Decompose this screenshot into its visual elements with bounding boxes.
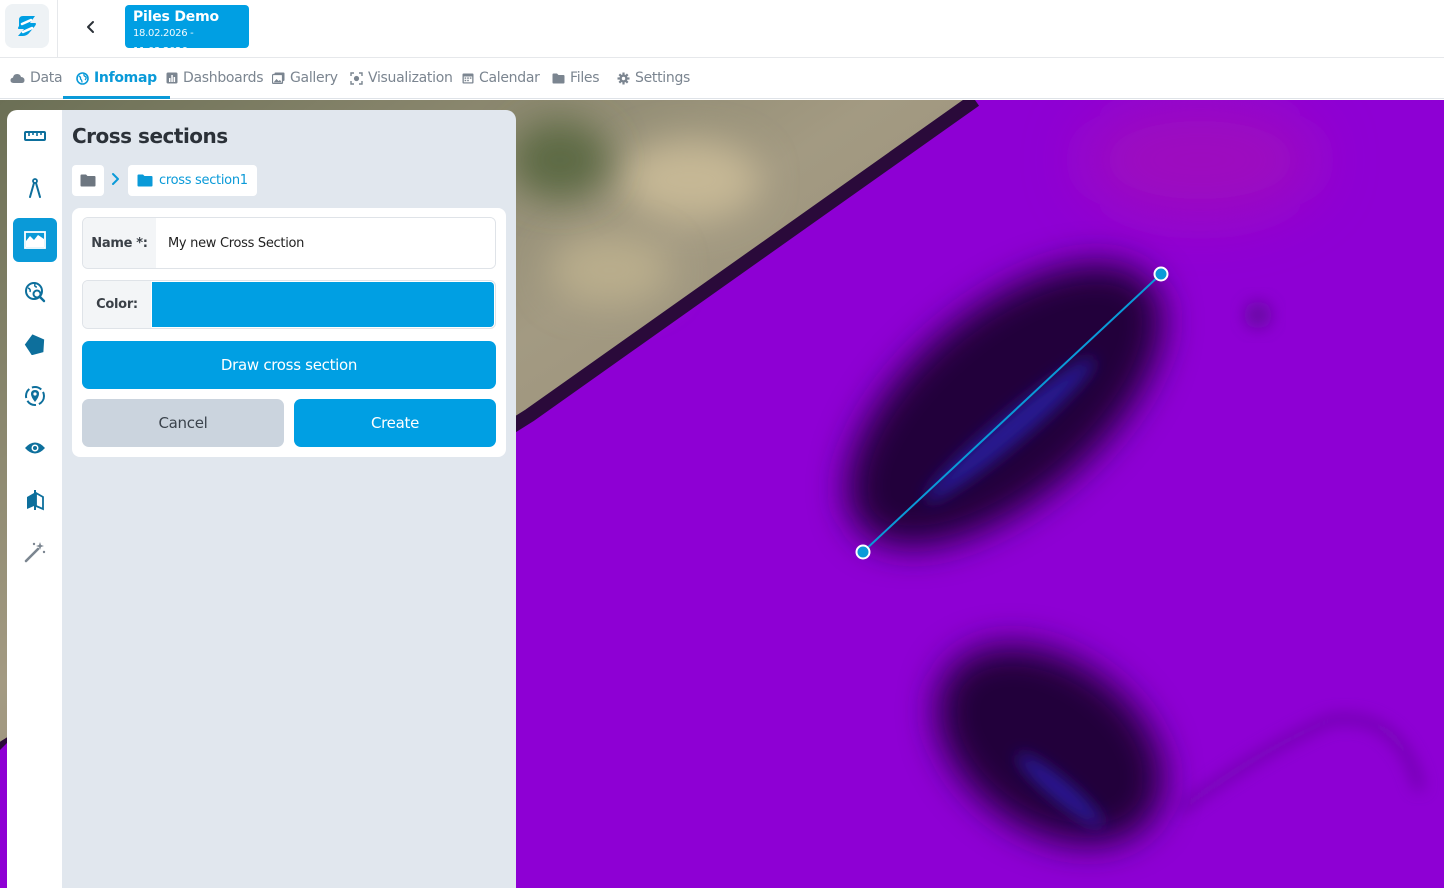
folder-icon <box>80 174 96 187</box>
location-target-icon <box>25 386 45 406</box>
folder-icon <box>552 73 565 83</box>
cancel-button[interactable]: Cancel <box>82 399 284 447</box>
tab-dashboards[interactable]: Dashboards <box>166 58 264 98</box>
chevron-left-icon <box>87 21 94 33</box>
tab-files[interactable]: Files <box>552 58 600 98</box>
tool-angle[interactable] <box>13 166 57 210</box>
tool-magic[interactable] <box>13 530 57 574</box>
color-field: Color: <box>82 280 496 329</box>
project-name: Piles Demo <box>133 9 219 25</box>
name-label: Name *: <box>83 218 156 268</box>
tab-label: Data <box>30 70 63 86</box>
folder-icon <box>137 174 153 187</box>
tool-measure[interactable] <box>13 114 57 158</box>
tab-visualization[interactable]: Visualization <box>350 58 453 98</box>
calendar-icon <box>462 73 474 84</box>
cloud-icon <box>10 73 25 83</box>
eye-icon <box>25 442 45 454</box>
ruler-icon <box>24 131 46 141</box>
tool-compare[interactable] <box>13 478 57 522</box>
tool-visibility[interactable] <box>13 426 57 470</box>
top-header: Piles Demo 18.02.2026 - 11.03.2026 <box>0 0 1444 58</box>
tool-rail <box>7 110 62 888</box>
color-label: Color: <box>83 281 151 328</box>
cross-sections-panel: Cross sections cross section1 Name *: Co… <box>62 110 516 888</box>
globe-icon <box>76 71 89 85</box>
color-picker[interactable] <box>152 282 494 327</box>
app-logo-icon <box>18 16 36 36</box>
tab-label: Gallery <box>290 70 338 86</box>
compare-icon <box>27 490 44 511</box>
back-button[interactable] <box>80 16 102 38</box>
name-input[interactable] <box>156 218 495 268</box>
tab-label: Files <box>570 70 600 86</box>
cross-section-start-handle[interactable] <box>855 544 871 560</box>
breadcrumb-current[interactable]: cross section1 <box>128 165 257 196</box>
panel-title: Cross sections <box>72 124 228 148</box>
magic-wand-icon <box>24 542 46 563</box>
create-button[interactable]: Create <box>294 399 496 447</box>
tool-map-search[interactable] <box>13 270 57 314</box>
tab-settings[interactable]: Settings <box>617 58 690 98</box>
tag-icon <box>24 334 45 355</box>
tool-annotation[interactable] <box>13 322 57 366</box>
app-logo[interactable] <box>5 4 49 48</box>
header-divider <box>57 0 58 58</box>
map-search-icon <box>25 282 46 303</box>
tab-calendar[interactable]: Calendar <box>462 58 540 98</box>
tab-gallery[interactable]: Gallery <box>272 58 338 98</box>
visualization-icon <box>350 71 363 85</box>
breadcrumb-current-label: cross section1 <box>159 173 248 188</box>
project-selector[interactable]: Piles Demo 18.02.2026 - 11.03.2026 <box>125 5 249 57</box>
main-tabs: Data Infomap Dashboards Gallery Visualiz… <box>0 58 1444 99</box>
chevron-right-icon <box>112 173 119 185</box>
cross-section-icon <box>24 231 46 249</box>
tool-cross-section[interactable] <box>13 218 57 262</box>
cross-section-form: Name *: Color: Draw cross section Cancel… <box>72 208 506 457</box>
tab-label: Settings <box>635 70 691 86</box>
tool-location[interactable] <box>13 374 57 418</box>
cross-section-end-handle[interactable] <box>1153 266 1169 282</box>
compass-icon <box>29 178 41 198</box>
tab-infomap[interactable]: Infomap <box>63 58 170 99</box>
breadcrumb-root[interactable] <box>72 165 104 196</box>
images-icon <box>272 72 285 84</box>
tab-label: Visualization <box>368 70 453 86</box>
bar-chart-icon <box>166 72 178 84</box>
project-date-range: 18.02.2026 - 11.03.2026 <box>133 28 194 57</box>
draw-cross-section-button[interactable]: Draw cross section <box>82 341 496 389</box>
name-field: Name *: <box>82 217 496 269</box>
tab-label: Dashboards <box>183 70 264 86</box>
tab-label: Infomap <box>94 70 157 86</box>
tab-data[interactable]: Data <box>10 58 63 98</box>
gear-icon <box>617 72 630 84</box>
tab-label: Calendar <box>479 70 540 86</box>
